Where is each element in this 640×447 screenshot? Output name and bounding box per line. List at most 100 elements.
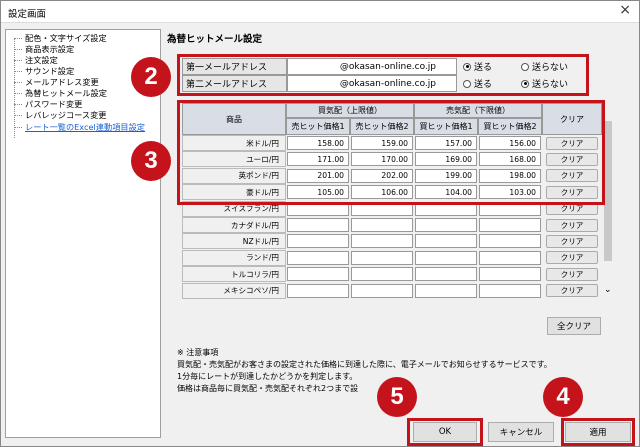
price-input[interactable]: 106.00: [351, 185, 413, 200]
price-input[interactable]: 171.00: [287, 152, 349, 167]
row-clear-button[interactable]: クリア: [546, 218, 598, 232]
price-input[interactable]: 103.00: [479, 185, 541, 200]
price-input[interactable]: [415, 218, 477, 232]
price-input[interactable]: [415, 267, 477, 282]
tree-item-password[interactable]: パスワード変更: [14, 99, 82, 109]
tree-item-label: レート一覧のExcel連動項目設定: [25, 122, 145, 132]
row-product-label: 英ポンド/円: [182, 167, 286, 184]
price-input[interactable]: [287, 234, 349, 249]
row-product-label: 豪ドル/円: [182, 184, 286, 201]
price-input[interactable]: [287, 218, 349, 232]
notes-line: 買気配・売気配がお客さまの設定された価格に到達した際に、電子メールでお知らせする…: [177, 360, 552, 369]
radio-label: 送る: [474, 63, 493, 73]
row-clear-button[interactable]: クリア: [546, 169, 598, 183]
tree-item-label: レバレッジコース変更: [25, 110, 107, 120]
title-bar: 設定画面 ×: [1, 1, 639, 23]
notes-line: 1分毎にレートが到達したかどうかを判定します。: [177, 372, 358, 381]
price-input[interactable]: [415, 201, 477, 216]
tree-item-product-display[interactable]: 商品表示設定: [14, 44, 74, 54]
price-input[interactable]: 170.00: [351, 152, 413, 167]
price-input[interactable]: [351, 201, 413, 216]
price-input[interactable]: [415, 234, 477, 249]
row-product-label: ユーロ/円: [182, 151, 286, 168]
radio-label: 送らない: [532, 63, 569, 73]
price-input[interactable]: [479, 250, 541, 265]
row-product-label: NZドル/円: [182, 233, 286, 250]
row-clear-button[interactable]: クリア: [546, 202, 598, 216]
row-clear-button[interactable]: クリア: [546, 136, 598, 150]
price-input[interactable]: [287, 250, 349, 265]
window-title: 設定画面: [8, 9, 47, 20]
tree-item-label: 商品表示設定: [25, 44, 75, 54]
price-input[interactable]: [351, 250, 413, 265]
chevron-down-icon[interactable]: ⌄: [604, 285, 612, 295]
price-input[interactable]: 105.00: [287, 185, 349, 200]
section-title: 為替ヒットメール設定: [167, 34, 263, 45]
ok-button[interactable]: OK: [413, 422, 477, 442]
cancel-button[interactable]: キャンセル: [488, 422, 554, 442]
group-buy-header: 買気配（上限値）: [286, 103, 414, 118]
close-icon[interactable]: ×: [619, 2, 631, 18]
price-input[interactable]: 198.00: [479, 168, 541, 183]
sub-header: 買ヒット価格2: [478, 118, 542, 135]
step-badge-2: 2: [131, 57, 171, 97]
price-input[interactable]: 201.00: [287, 168, 349, 183]
email1-send-radio[interactable]: 送る: [463, 58, 517, 75]
tree-item-hit-mail[interactable]: 為替ヒットメール設定: [14, 88, 107, 98]
email1-label: 第一メールアドレス: [182, 58, 287, 75]
price-input[interactable]: [415, 283, 477, 298]
price-input[interactable]: [479, 234, 541, 249]
price-input[interactable]: 156.00: [479, 136, 541, 150]
row-clear-button[interactable]: クリア: [546, 251, 598, 265]
tree-item-label: 配色・文字サイズ設定: [25, 33, 107, 43]
row-clear-button[interactable]: クリア: [546, 152, 598, 166]
tree-item-color-font[interactable]: 配色・文字サイズ設定: [14, 33, 107, 43]
price-input[interactable]: [351, 267, 413, 282]
tree-item-label: サウンド設定: [25, 66, 75, 76]
apply-button[interactable]: 適用: [565, 422, 631, 442]
price-input[interactable]: [479, 218, 541, 232]
price-input[interactable]: 159.00: [351, 136, 413, 150]
row-clear-button[interactable]: クリア: [546, 267, 598, 281]
sub-header: 売ヒット価格2: [350, 118, 414, 135]
email2-input[interactable]: @okasan-online.co.jp: [287, 75, 457, 92]
email2-send-radio[interactable]: 送る: [463, 75, 517, 92]
notes: ※ 注意事項 買気配・売気配がお客さまの設定された価格に到達した際に、電子メール…: [177, 347, 552, 395]
price-input[interactable]: 157.00: [415, 136, 477, 150]
row-clear-button[interactable]: クリア: [546, 234, 598, 248]
price-input[interactable]: [415, 250, 477, 265]
row-clear-button[interactable]: クリア: [546, 185, 598, 199]
email1-input[interactable]: @okasan-online.co.jp: [287, 58, 457, 75]
email1-nosend-radio[interactable]: 送らない: [521, 58, 585, 75]
clear-all-button[interactable]: 全クリア: [547, 317, 601, 335]
tree-item-email-change[interactable]: メールアドレス変更: [14, 77, 99, 87]
price-input[interactable]: 104.00: [415, 185, 477, 200]
row-product-label: トルコリラ/円: [182, 266, 286, 283]
row-product-label: ランド/円: [182, 249, 286, 266]
price-input[interactable]: 169.00: [415, 152, 477, 167]
row-product-label: スイスフラン/円: [182, 200, 286, 217]
tree-item-sound[interactable]: サウンド設定: [14, 66, 74, 76]
price-input[interactable]: 168.00: [479, 152, 541, 167]
price-input[interactable]: [287, 201, 349, 216]
price-input[interactable]: [479, 283, 541, 298]
scroll-thumb[interactable]: [604, 121, 612, 261]
price-input[interactable]: [287, 267, 349, 282]
price-input[interactable]: [351, 283, 413, 298]
price-input[interactable]: [479, 201, 541, 216]
row-clear-button[interactable]: クリア: [546, 284, 598, 298]
email2-nosend-radio[interactable]: 送らない: [521, 75, 585, 92]
row-product-label: メキシコペソ/円: [182, 282, 286, 299]
price-input[interactable]: [479, 267, 541, 282]
price-input[interactable]: [351, 218, 413, 232]
price-input[interactable]: 199.00: [415, 168, 477, 183]
price-input[interactable]: [351, 234, 413, 249]
tree-item-excel-link[interactable]: レート一覧のExcel連動項目設定: [14, 122, 145, 132]
price-input[interactable]: [287, 283, 349, 298]
price-input[interactable]: 158.00: [287, 136, 349, 150]
tree-item-leverage[interactable]: レバレッジコース変更: [14, 110, 106, 120]
step-badge-4: 4: [543, 377, 583, 417]
table-scrollbar[interactable]: ⌄: [602, 113, 614, 301]
tree-item-order[interactable]: 注文設定: [14, 55, 58, 65]
price-input[interactable]: 202.00: [351, 168, 413, 183]
